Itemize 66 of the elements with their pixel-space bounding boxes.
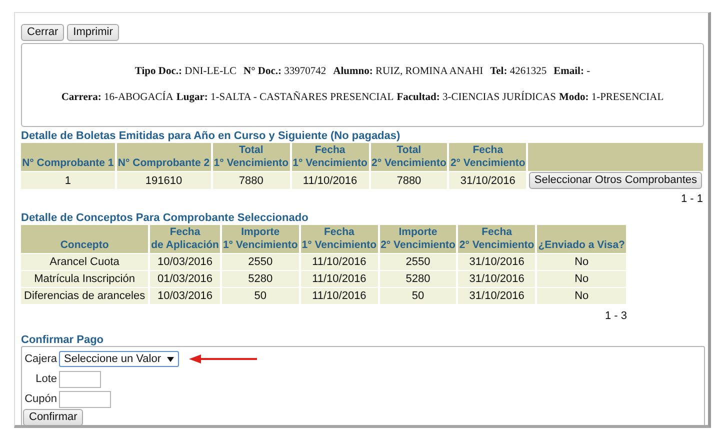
table-cell: 31/10/2016	[458, 288, 536, 304]
section-title: Detalle de Boletas Emitidas para Año en Curso y Siguiente (No pagadas)	[21, 130, 402, 142]
toolbar-button[interactable]: Cerrar	[21, 24, 64, 41]
column-header: Total 2° Vencimiento	[370, 143, 448, 171]
table-cell: 01/03/2016	[150, 271, 220, 287]
table-cell: 11/10/2016	[292, 172, 368, 189]
table-cell: 50	[380, 288, 456, 304]
column-header: Fecha 2° Vencimiento	[449, 143, 526, 171]
field-label: Lote	[34, 373, 57, 385]
info-field: Tel: 4261325	[490, 66, 547, 77]
info-field: Alumno: RUIZ, ROMINA ANAHI	[333, 66, 484, 77]
table-cell: 7880	[212, 172, 290, 189]
table-cell: 10/03/2016	[150, 288, 220, 304]
table-cell: 191610	[116, 172, 211, 189]
column-header: Importe 2° Vencimiento	[380, 225, 456, 253]
table-cell: 2550	[222, 254, 299, 270]
info-field: Modo: 1-PRESENCIAL	[558, 92, 664, 103]
table-cell: Diferencias de aranceles	[21, 288, 148, 304]
table-cell: 5280	[222, 271, 299, 287]
table-cell: 1	[21, 172, 115, 189]
table-cell: Matrícula Inscripción	[21, 271, 148, 287]
table-cell: 31/10/2016	[458, 254, 536, 270]
table-cell: 7880	[370, 172, 448, 189]
field-label: Cajera	[24, 353, 57, 365]
pager-text: 1 - 1	[680, 193, 703, 205]
column-header: Fecha 2° Vencimiento	[458, 225, 536, 253]
table-cell: 2550	[380, 254, 456, 270]
field-label: Cupón	[24, 393, 57, 405]
toolbar-button[interactable]: Imprimir	[67, 24, 119, 41]
column-header: Fecha 1° Vencimiento	[292, 143, 368, 171]
select-button[interactable]: Seleccionar Otros Comprobantes	[529, 172, 702, 189]
column-header: Concepto	[21, 225, 148, 253]
table-cell: Arancel Cuota	[21, 254, 148, 270]
column-header: N° Comprobante 2	[116, 143, 211, 171]
table-cell: 31/10/2016	[458, 271, 536, 287]
table-cell: 11/10/2016	[300, 288, 378, 304]
column-header: Total 1° Vencimiento	[212, 143, 290, 171]
section-title: Detalle de Conceptos Para Comprobante Seleccionado	[21, 212, 310, 224]
info-field: Carrera: 16-ABOGACÍA	[61, 92, 174, 103]
text-input[interactable]	[59, 390, 111, 408]
info-field: N° Doc.: 33970742	[244, 66, 326, 77]
table-cell: 5280	[380, 271, 456, 287]
table-cell: 10/03/2016	[150, 254, 220, 270]
confirm-button[interactable]: Confirmar	[23, 409, 84, 425]
table-cell: No	[537, 288, 626, 304]
table-cell: No	[537, 271, 626, 287]
info-field: Facultad: 3-CIENCIAS JURÍDICAS	[396, 92, 556, 103]
info-field: Email: -	[554, 66, 590, 77]
column-header: Fecha 1° Vencimiento	[300, 225, 378, 253]
info-field: Tipo Doc.: DNI-LE-LC	[134, 66, 237, 77]
table-cell: 11/10/2016	[300, 254, 378, 270]
text-input[interactable]	[59, 370, 101, 388]
column-header: ¿Enviado a Visa?	[537, 225, 626, 253]
column-header: N° Comprobante 1	[21, 143, 115, 171]
table-cell: No	[537, 254, 626, 270]
caret-icon	[167, 356, 174, 362]
info-field: Lugar: 1-SALTA - CASTAÑARES PRESENCIAL	[176, 92, 394, 103]
table-cell: 50	[222, 288, 299, 304]
table-cell: 11/10/2016	[300, 271, 378, 287]
pointer-arrow	[189, 354, 260, 364]
column-header: Importe 1° Vencimiento	[222, 225, 299, 253]
section-title: Confirmar Pago	[21, 334, 105, 346]
column-header: Fecha de Aplicación	[150, 225, 220, 253]
cashier-dropdown[interactable]: Seleccione un Valor	[59, 351, 180, 367]
table-cell: 31/10/2016	[449, 172, 526, 189]
pager-text: 1 - 3	[604, 310, 627, 322]
